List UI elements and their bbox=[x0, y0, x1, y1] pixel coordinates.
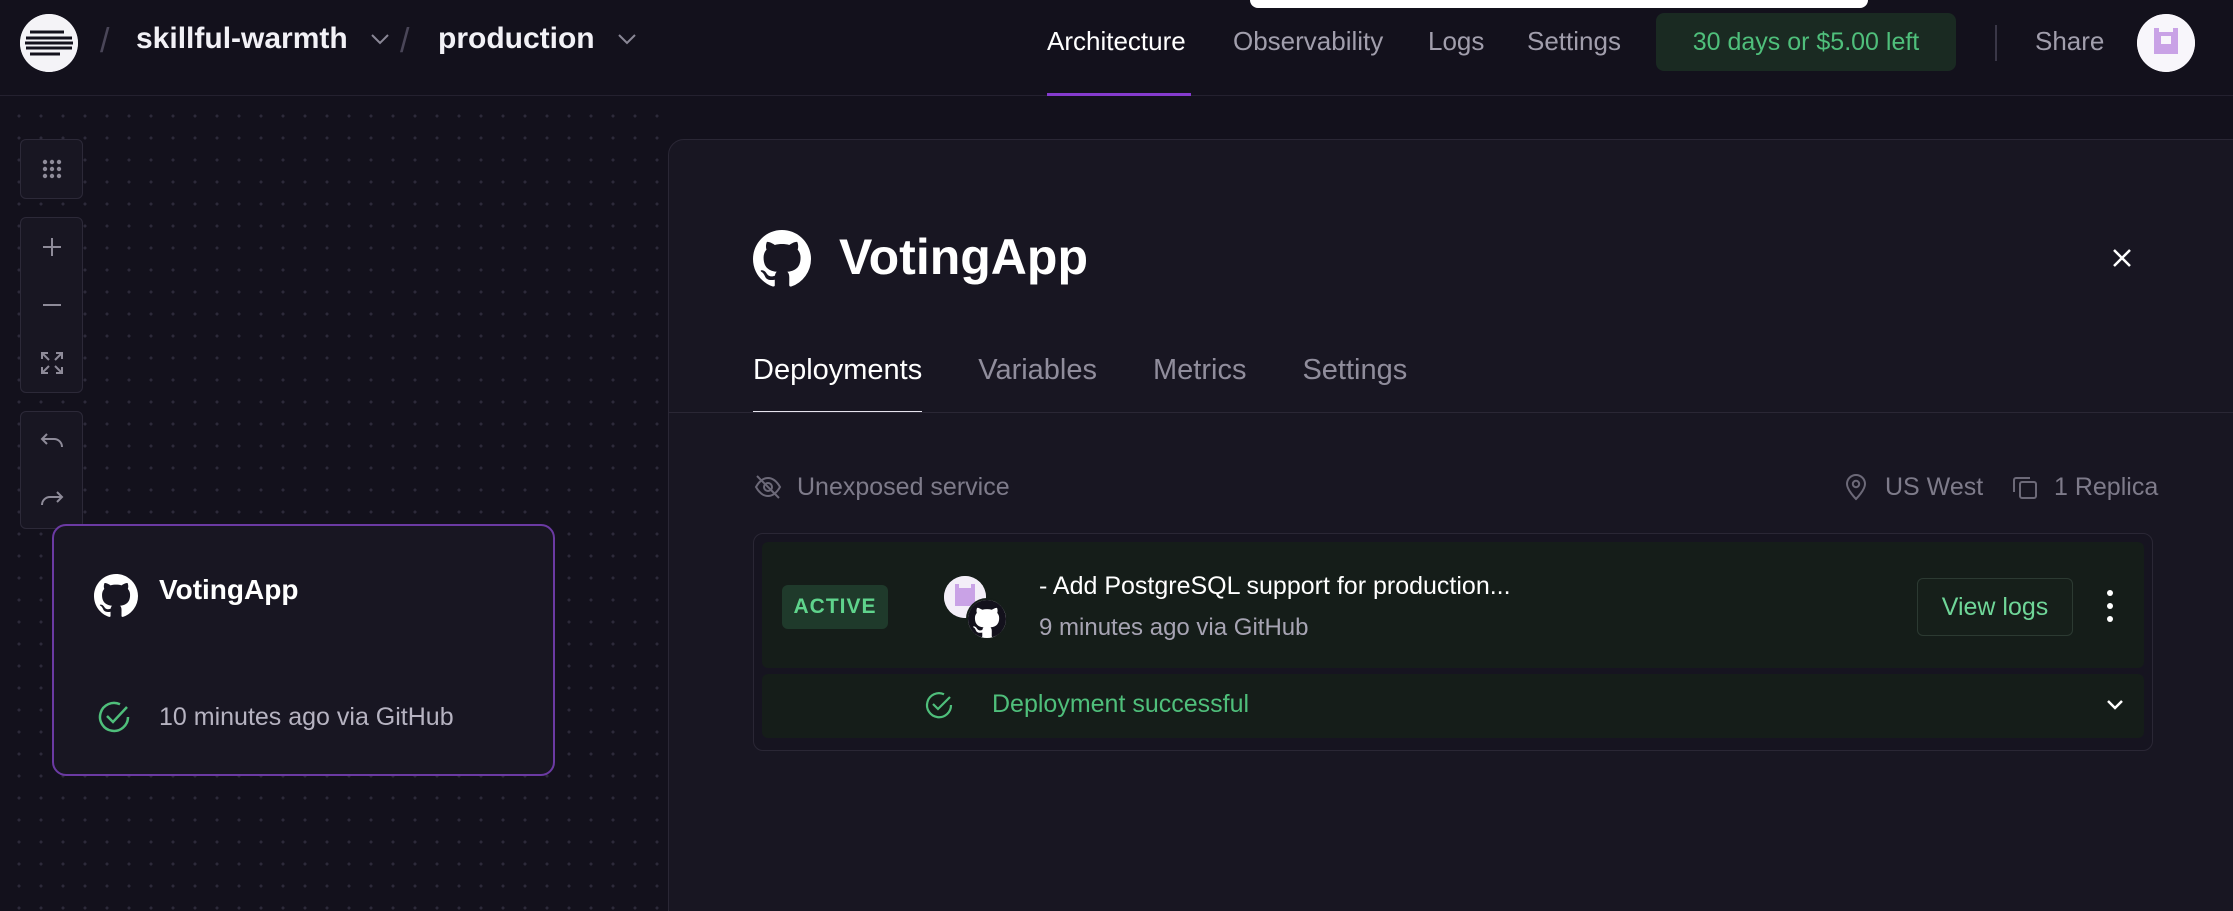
copy-icon bbox=[2013, 477, 2037, 499]
kebab-menu-icon[interactable] bbox=[2098, 584, 2122, 628]
replica-info[interactable]: 1 Replica bbox=[2010, 472, 2158, 502]
redo-icon bbox=[40, 491, 63, 506]
divider bbox=[1995, 25, 1997, 61]
status-badge: ACTIVE bbox=[782, 585, 888, 629]
share-button[interactable]: Share bbox=[2035, 26, 2104, 57]
nav-observability[interactable]: Observability bbox=[1233, 26, 1383, 57]
github-icon bbox=[966, 598, 1008, 640]
github-icon bbox=[753, 230, 811, 287]
panel-tabs: Deployments Variables Metrics Settings bbox=[753, 354, 1407, 413]
service-card-name: VotingApp bbox=[159, 574, 299, 605]
tab-deployments[interactable]: Deployments bbox=[753, 354, 923, 413]
undo-button[interactable] bbox=[21, 412, 82, 470]
environment-selector[interactable]: production bbox=[438, 22, 637, 56]
tab-metrics[interactable]: Metrics bbox=[1153, 354, 1246, 413]
service-card-status: 10 minutes ago via GitHub bbox=[159, 703, 454, 731]
top-bar: / skillful-warmth / production Architect… bbox=[0, 0, 2233, 96]
deployment-status-row[interactable]: Deployment successful bbox=[762, 674, 2144, 738]
region-label: US West bbox=[1885, 472, 1984, 501]
chevron-down-icon bbox=[617, 34, 636, 45]
chevron-down-icon bbox=[370, 34, 389, 45]
github-icon bbox=[94, 574, 138, 617]
chevron-down-icon[interactable] bbox=[2102, 692, 2128, 718]
project-name: skillful-warmth bbox=[136, 22, 348, 55]
replica-label: 1 Replica bbox=[2054, 472, 2159, 501]
breadcrumb-separator: / bbox=[100, 22, 110, 60]
exposure-status[interactable]: Unexposed service bbox=[753, 472, 1010, 502]
breadcrumb-separator: / bbox=[400, 22, 410, 60]
deployment-card: ACTIVE - Add PostgreSQL support for prod… bbox=[753, 533, 2153, 751]
trial-badge[interactable]: 30 days or $5.00 left bbox=[1656, 13, 1956, 71]
architecture-canvas[interactable]: VotingApp 10 minutes ago via GitHub bbox=[0, 97, 668, 911]
deployment-time: 9 minutes ago via GitHub bbox=[1039, 614, 1309, 641]
nav-settings[interactable]: Settings bbox=[1527, 26, 1621, 57]
check-circle-icon bbox=[98, 701, 130, 733]
map-pin-icon bbox=[1845, 474, 1867, 501]
service-detail-panel: VotingApp Deployments Variables Metrics … bbox=[668, 139, 2233, 911]
overlay-bar bbox=[1250, 0, 1868, 8]
redo-button[interactable] bbox=[21, 470, 82, 528]
deployment-status-text: Deployment successful bbox=[992, 690, 1250, 718]
plus-icon bbox=[42, 238, 61, 256]
tab-settings[interactable]: Settings bbox=[1302, 354, 1407, 413]
commit-message: - Add PostgreSQL support for production.… bbox=[1039, 572, 1511, 600]
tab-variables[interactable]: Variables bbox=[978, 354, 1097, 413]
tabs-divider bbox=[669, 412, 2233, 413]
eye-off-icon bbox=[754, 475, 782, 499]
view-logs-button[interactable]: View logs bbox=[1917, 578, 2073, 636]
service-card-votingapp[interactable]: VotingApp 10 minutes ago via GitHub bbox=[52, 524, 555, 776]
environment-name: production bbox=[438, 22, 595, 55]
user-avatar[interactable] bbox=[2137, 14, 2195, 72]
grid-icon bbox=[42, 159, 61, 179]
panel-title: VotingApp bbox=[839, 229, 1088, 285]
check-circle-icon bbox=[925, 692, 953, 719]
history-controls bbox=[20, 411, 83, 529]
grid-menu-button[interactable] bbox=[21, 140, 82, 198]
close-icon[interactable] bbox=[2104, 240, 2140, 276]
deployment-row[interactable]: ACTIVE - Add PostgreSQL support for prod… bbox=[762, 542, 2144, 668]
fit-view-button[interactable] bbox=[21, 334, 82, 392]
project-selector[interactable]: skillful-warmth bbox=[136, 22, 390, 56]
nav-active-indicator bbox=[1047, 93, 1191, 96]
zoom-controls bbox=[20, 217, 83, 393]
canvas-menu-group bbox=[20, 139, 83, 199]
exposure-label: Unexposed service bbox=[797, 472, 1010, 501]
zoom-in-button[interactable] bbox=[21, 218, 82, 276]
railway-logo-icon[interactable] bbox=[20, 14, 78, 72]
nav-logs[interactable]: Logs bbox=[1428, 26, 1484, 57]
zoom-out-button[interactable] bbox=[21, 276, 82, 334]
nav-architecture[interactable]: Architecture bbox=[1047, 26, 1186, 57]
minus-icon bbox=[42, 304, 61, 306]
region-info[interactable]: US West bbox=[1841, 472, 1983, 502]
fit-view-icon bbox=[40, 352, 63, 374]
undo-icon bbox=[40, 433, 63, 448]
